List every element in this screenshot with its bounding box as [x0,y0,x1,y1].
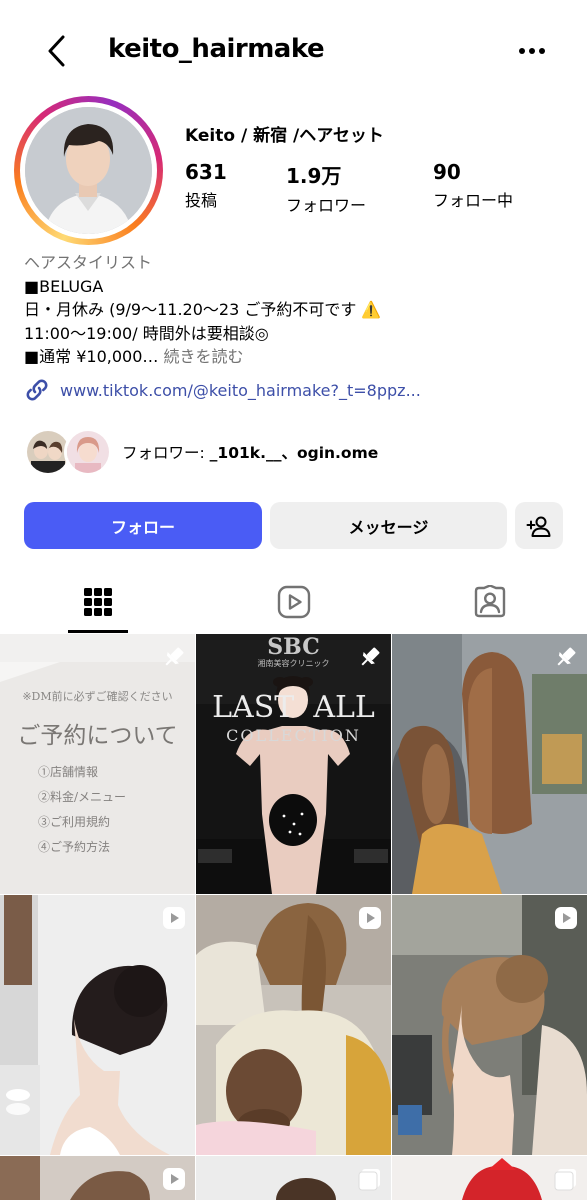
story-ring[interactable] [14,96,163,245]
post-tile[interactable]: ※DM前に必ずご確認ください ご予約について ①店舗情報 ②料金/メニュー ③ご… [0,634,195,894]
post-tile[interactable] [0,895,195,1155]
add-person-icon [526,516,551,537]
followed-by-prefix: フォロワー: [122,444,210,462]
tab-tagged[interactable] [392,570,587,634]
followers-count[interactable]: 1.9万 フォロワー [286,160,366,216]
pin-icon [361,647,380,666]
post-tile[interactable] [392,634,587,894]
post-menu-item: ②料金/メニュー [38,790,127,804]
profile-tabs [0,570,587,634]
post-tile[interactable] [196,1156,391,1200]
profile-username: keito_hairmake [108,34,325,64]
follow-button[interactable]: フォロー [24,502,262,549]
avatar [25,107,152,234]
active-tab-indicator [68,630,128,633]
more-options-button[interactable] [512,36,552,66]
multi-post-icon [554,1169,576,1191]
post-headline: LAST ALL [212,690,375,725]
reel-icon [555,907,577,929]
bio-line: 11:00～19:00/ 時間外は要相談◎ [24,323,269,343]
bio-line: 日・月休み (9/9～11.20～23 ご予約不可です ⚠️ [24,300,382,319]
more-dots-icon [519,48,545,54]
message-button[interactable]: メッセージ [270,502,507,549]
chevron-left-icon [48,35,65,67]
post-subline: COLLECTION [226,726,361,745]
reel-icon [359,907,381,929]
posts-count[interactable]: 631 投稿 [185,160,227,211]
tab-reels[interactable] [196,570,391,634]
reel-icon [163,1168,185,1190]
post-notice: ※DM前に必ずご確認ください [22,690,173,703]
profile-category: ヘアスタイリスト [24,253,153,272]
top-bar: keito_hairmake [0,0,587,100]
back-button[interactable] [40,34,74,68]
post-tile[interactable]: SBC 湘南美容クリニック LAST ALL COLLECTION [196,634,391,894]
link-icon [26,379,48,401]
bio-line: ■通常 ¥10,000… [24,347,159,366]
tagged-user-icon [474,585,505,618]
post-menu-item: ①店舗情報 [38,765,99,779]
post-heading: ご予約について [17,723,178,749]
followed-by-names: _101k.__、ogin.ome [209,444,379,462]
post-tile[interactable] [392,895,587,1155]
post-tile[interactable] [196,895,391,1155]
profile-link[interactable]: www.tiktok.com/@keito_hairmake?_t=8ppz..… [24,377,421,403]
followed-by-row[interactable]: フォロワー: _101k.__、ogin.ome [24,426,378,478]
profile-link-text[interactable]: www.tiktok.com/@keito_hairmake?_t=8ppz..… [60,381,421,400]
bio-line: ■BELUGA [24,276,104,296]
reel-icon [163,907,185,929]
read-more-link[interactable]: 続きを読む [163,347,243,366]
suggest-users-button[interactable] [515,502,563,549]
pin-icon [165,647,184,666]
post-menu-item: ③ご利用規約 [38,815,111,829]
tab-posts-grid[interactable] [0,570,195,634]
posts-grid: ※DM前に必ずご確認ください ご予約について ①店舗情報 ②料金/メニュー ③ご… [0,634,587,1200]
pin-icon [557,647,576,666]
profile-display-name: Keito / 新宿 /ヘアセット [185,126,384,146]
following-count[interactable]: 90 フォロー中 [433,160,513,211]
post-tile[interactable] [0,1156,195,1200]
multi-post-icon [358,1169,380,1191]
reels-icon [277,585,310,619]
profile-bio: ヘアスタイリスト ■BELUGA 日・月休み (9/9～11.20～23 ご予約… [24,251,574,369]
follower-avatar [64,428,112,476]
grid-icon [83,588,112,616]
post-tile[interactable] [392,1156,587,1200]
post-menu-item: ④ご予約方法 [38,840,111,854]
